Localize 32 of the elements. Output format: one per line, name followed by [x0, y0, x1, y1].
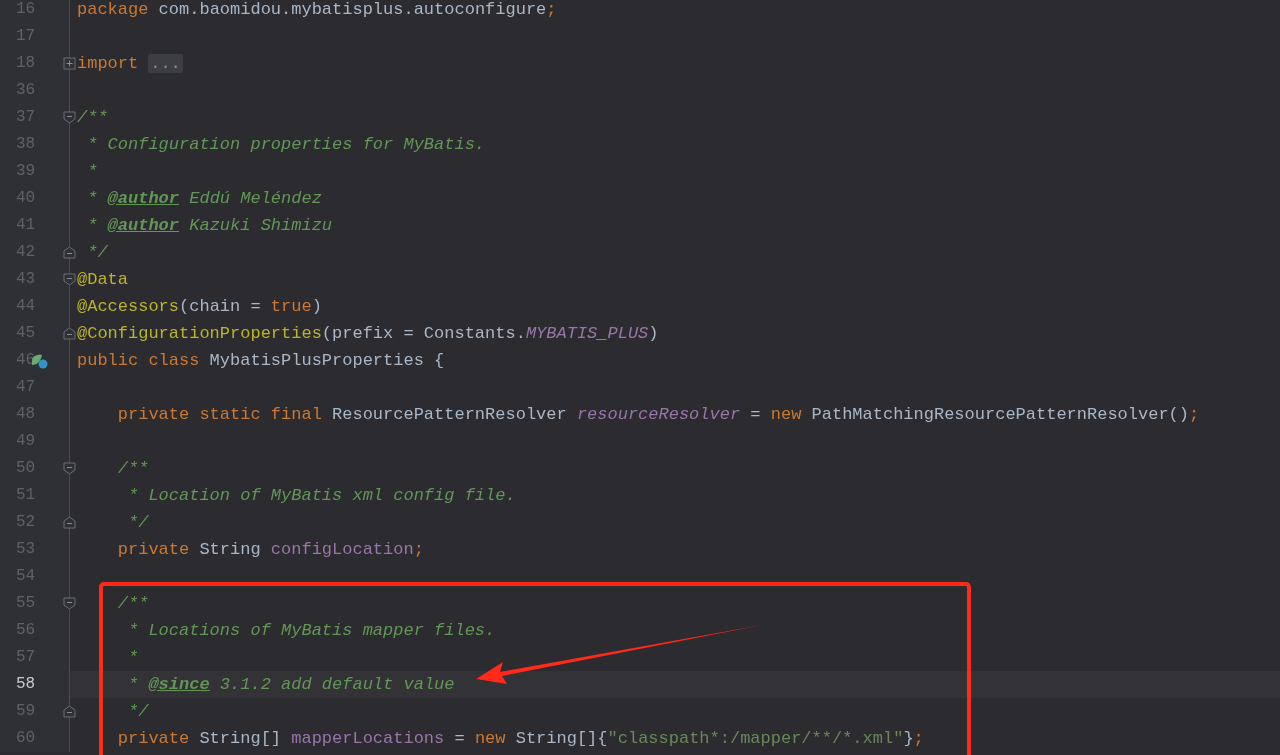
fold-icon[interactable] [63, 57, 76, 70]
fold-icon[interactable] [63, 273, 76, 286]
code-line: private String[] mapperLocations = new String[]{"classpath*:/mapper/**/*.xml"}; [116, 728, 924, 750]
code-line: * Location of MyBatis xml config file. [127, 485, 516, 507]
code-line: @ConfigurationProperties(prefix = Constants.MYBATIS_PLUS) [76, 323, 659, 345]
fold-icon[interactable] [63, 705, 76, 718]
fold-icon[interactable] [63, 516, 76, 529]
fold-icon[interactable] [63, 327, 76, 340]
fold-icon[interactable] [63, 111, 76, 124]
line-number: 58 [15, 674, 36, 695]
code-line: package com.baomidou.mybatisplus.autoconfigure; [76, 0, 557, 21]
code-line: * @author Kazuki Shimizu [86, 215, 333, 237]
fold-icon[interactable] [63, 597, 76, 610]
code-line: /** [116, 593, 149, 615]
code-line: public class MybatisPlusProperties { [76, 350, 445, 372]
code-line: */ [127, 701, 149, 723]
code-line: * Locations of MyBatis mapper files. [127, 620, 496, 642]
code-line: @Data [76, 269, 128, 291]
code-line: private String configLocation; [116, 539, 424, 561]
code-line: * [127, 647, 139, 669]
code-line: * [86, 161, 98, 183]
code-line: private static final ResourcePatternResolver resourceResolver = new PathMatchingResourcePatternResolver(); [116, 404, 1200, 426]
code-line: * Configuration properties for MyBatis. [86, 134, 486, 156]
code-line: * @since 3.1.2 add default value [127, 674, 455, 696]
fold-icon[interactable] [63, 462, 76, 475]
code-line: * @author Eddú Meléndez [86, 188, 322, 210]
code-line: /** [116, 458, 149, 480]
code-line: */ [86, 242, 108, 264]
code-line: @Accessors(chain = true) [76, 296, 322, 318]
code-line: */ [127, 512, 149, 534]
code-line: /** [76, 107, 108, 129]
fold-icon[interactable] [63, 246, 76, 259]
